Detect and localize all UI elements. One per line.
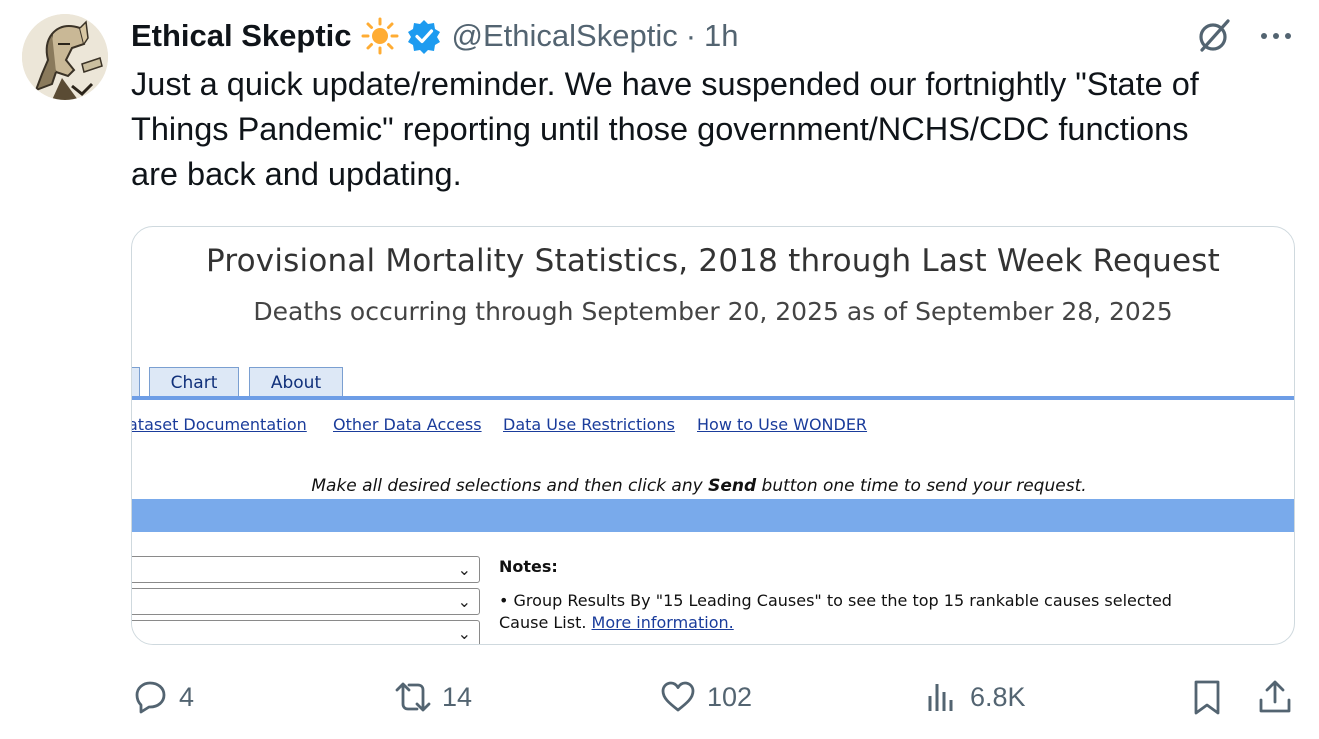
- more-options-icon[interactable]: [1256, 18, 1296, 54]
- media-subtitle: Deaths occurring through September 20, 2…: [253, 297, 1173, 326]
- tweet-timestamp[interactable]: 1h: [704, 18, 738, 54]
- notes-line-2-text: Cause List.: [499, 613, 592, 632]
- chevron-down-icon: ⌄: [457, 624, 471, 643]
- notes-line-1: • Group Results By "15 Leading Causes" t…: [499, 591, 1172, 610]
- tab-about: About: [249, 367, 343, 398]
- repost-button[interactable]: 14: [394, 672, 472, 722]
- tweet-media-image[interactable]: Provisional Mortality Statistics, 2018 t…: [131, 226, 1295, 645]
- tweet-header: Ethical Skeptic @EthicalSkeptic · 1h: [131, 14, 739, 58]
- data-use-restrictions-link: Data Use Restrictions: [503, 415, 675, 434]
- other-data-access-link: Other Data Access: [333, 415, 482, 434]
- sun-icon: [360, 16, 400, 56]
- views-chart-icon: [928, 684, 953, 711]
- dataset-documentation-link: ataset Documentation: [131, 415, 307, 434]
- header-separator: ·: [685, 18, 697, 53]
- media-select-3: ⌄: [132, 620, 480, 644]
- author-avatar[interactable]: [22, 14, 108, 100]
- instruction-text-a: Make all desired selections and then cli…: [311, 476, 709, 496]
- tab-divider: [132, 396, 1294, 400]
- repost-count: 14: [442, 681, 473, 712]
- tab-partial: [132, 367, 140, 398]
- chevron-down-icon: ⌄: [457, 560, 471, 579]
- reply-button[interactable]: 4: [131, 672, 194, 722]
- bookmark-icon: [1194, 680, 1220, 715]
- media-select-1: ⌄: [132, 556, 480, 583]
- bookmark-button[interactable]: [1188, 672, 1226, 722]
- heart-icon: [661, 681, 695, 712]
- views-button[interactable]: 6.8K: [922, 672, 1026, 722]
- more-information-link: More information.: [591, 613, 734, 632]
- repost-icon: [395, 682, 431, 712]
- notes-line-2: Cause List. More information.: [499, 613, 734, 632]
- author-handle[interactable]: @EthicalSkeptic: [452, 18, 678, 54]
- media-blue-band: [132, 499, 1294, 532]
- media-title: Provisional Mortality Statistics, 2018 t…: [206, 243, 1220, 279]
- notes-title: Notes:: [499, 557, 558, 576]
- instruction-send: Send: [708, 476, 757, 496]
- avatar-image: [22, 14, 108, 100]
- verified-badge-icon[interactable]: [406, 18, 442, 54]
- media-instruction: Make all desired selections and then cli…: [132, 476, 1266, 496]
- tweet-text: Just a quick update/reminder. We have su…: [131, 66, 1199, 192]
- share-button[interactable]: [1256, 672, 1294, 722]
- tab-chart: Chart: [149, 367, 239, 398]
- like-count: 102: [707, 681, 753, 712]
- author-display-name[interactable]: Ethical Skeptic: [131, 18, 352, 54]
- tweet-action-bar: 4 14 102 6.8K: [0, 672, 1319, 722]
- how-to-use-wonder-link: How to Use WONDER: [697, 415, 868, 434]
- reply-count: 4: [179, 681, 195, 712]
- reply-icon: [135, 681, 166, 714]
- grok-icon[interactable]: [1194, 16, 1234, 56]
- instruction-text-b: button one time to send your request.: [756, 476, 1087, 496]
- like-button[interactable]: 102: [659, 672, 752, 722]
- views-count: 6.8K: [970, 681, 1026, 712]
- chevron-down-icon: ⌄: [457, 592, 471, 611]
- share-icon: [1259, 680, 1291, 713]
- media-select-2: ⌄: [132, 588, 480, 615]
